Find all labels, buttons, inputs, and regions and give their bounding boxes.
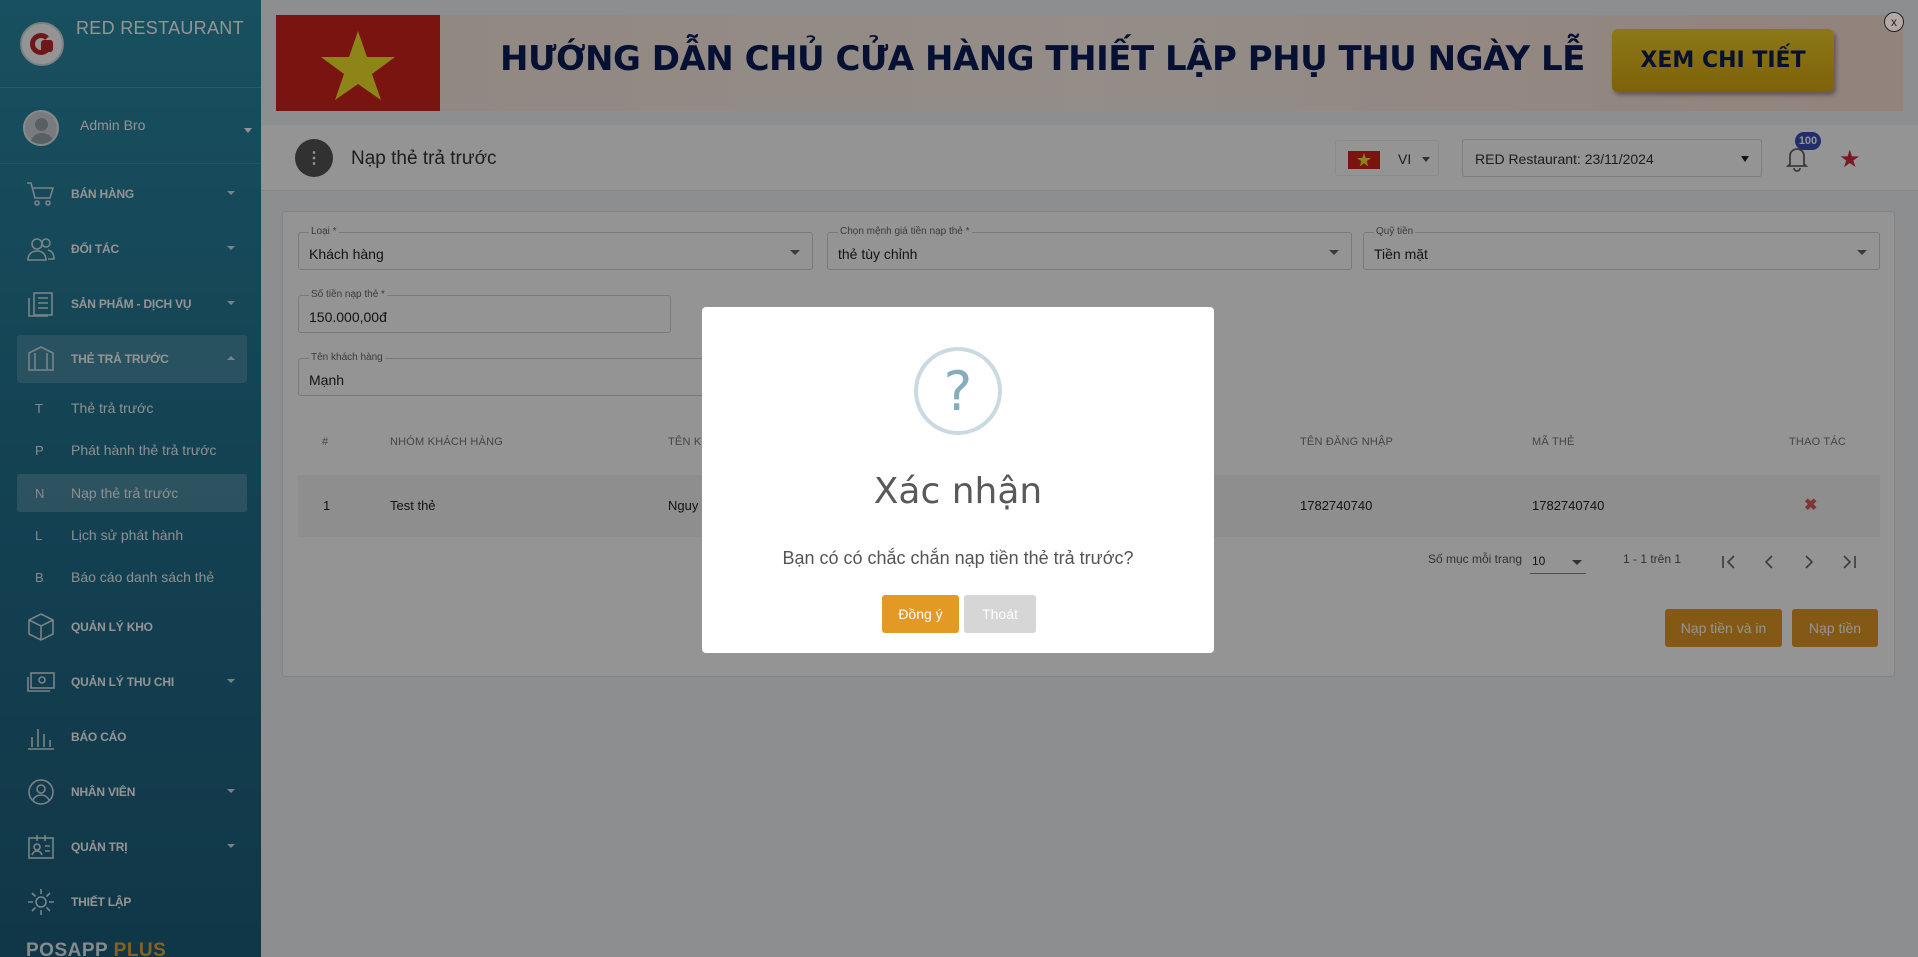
dialog-message: Bạn có có chắc chắn nạp tiền thẻ trả trư…	[782, 548, 1134, 568]
question-icon: ?	[914, 347, 1002, 435]
confirm-button[interactable]: Đồng ý	[882, 595, 959, 633]
cancel-button[interactable]: Thoát	[964, 595, 1036, 633]
dialog-title: Xác nhận	[873, 471, 1043, 512]
confirm-dialog: ? Xác nhận Bạn có có chắc chắn nạp tiền …	[702, 307, 1214, 653]
close-icon[interactable]: x	[1884, 12, 1904, 32]
question-mark: ?	[943, 359, 973, 423]
